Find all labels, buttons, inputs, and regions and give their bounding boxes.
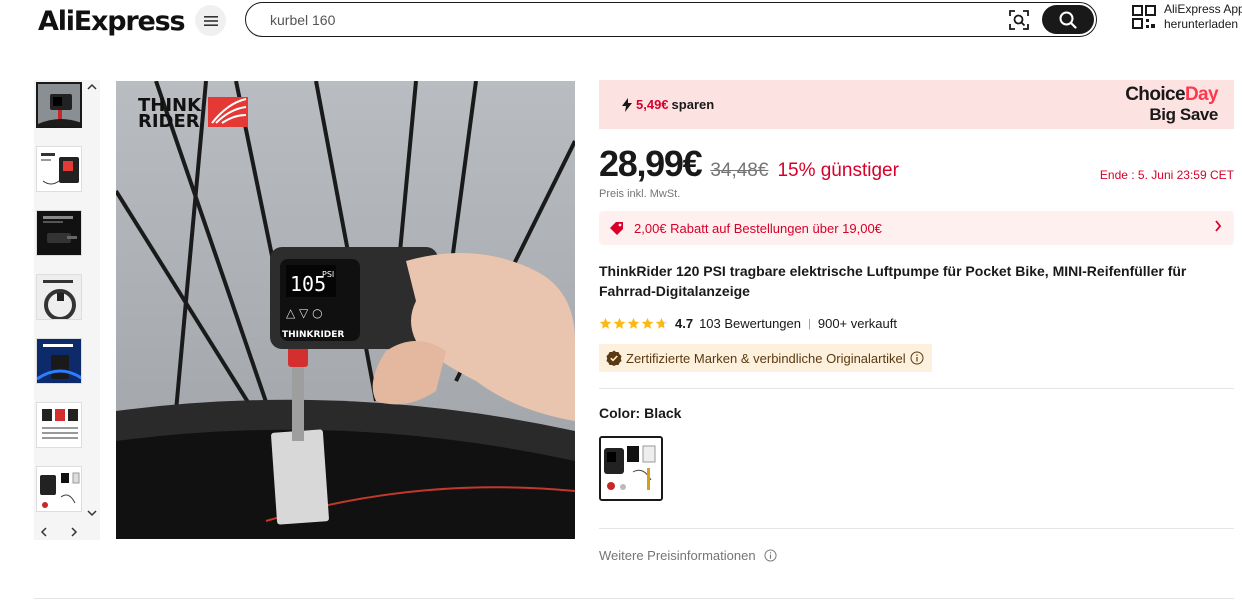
search-button[interactable] — [1042, 5, 1094, 34]
color-label: Color: Black — [599, 405, 682, 421]
chevron-up-icon — [87, 83, 97, 90]
star-icon — [599, 317, 612, 329]
brand-logo-line2: RIDER — [138, 111, 200, 132]
divider — [34, 598, 1234, 599]
tax-note: Preis inkl. MwSt. — [599, 188, 681, 200]
coupon-text: 2,00€ Rabatt auf Bestellungen über 19,00… — [634, 220, 882, 236]
chevron-left-icon — [40, 527, 47, 537]
price-row: 28,99€ 34,48€ 15% günstiger — [599, 143, 899, 185]
app-download-link[interactable]: AliExpress App herunterladen — [1132, 2, 1242, 32]
choice-day-part2: Day — [1184, 84, 1219, 105]
star-icon — [627, 317, 640, 329]
certified-text: Zertifizierte Marken & verbindliche Orig… — [626, 350, 906, 366]
thumbnail-6[interactable] — [36, 402, 82, 448]
star-icon — [655, 317, 668, 329]
rating-stars[interactable] — [599, 317, 668, 330]
certified-brand-badge[interactable]: Zertifizierte Marken & verbindliche Orig… — [599, 344, 932, 372]
main-product-image[interactable]: 105 PSI △ ▽ ○ THINKRIDER THINK RIDER — [116, 81, 575, 539]
thumbnail-5[interactable] — [36, 338, 82, 384]
divider — [599, 528, 1234, 529]
qr-code-icon — [1132, 5, 1156, 29]
thumbnails-scroll-down-button[interactable] — [85, 508, 99, 520]
thumbnail-strip — [34, 80, 100, 540]
info-icon — [764, 549, 777, 562]
thumbnail-4[interactable] — [36, 274, 82, 320]
device-display-value: 105 — [290, 272, 326, 296]
device-display-unit: PSI — [322, 270, 334, 279]
color-value: Black — [644, 405, 682, 421]
savings-label: sparen — [671, 97, 715, 112]
chevron-right-icon — [71, 527, 78, 537]
search-bar — [245, 2, 1097, 37]
big-save-label: Big Save — [1149, 105, 1218, 124]
separator: | — [808, 317, 811, 330]
thumbnails-next-button[interactable] — [70, 524, 78, 540]
divider — [599, 388, 1234, 389]
choice-day-logo: ChoiceDay Big Save — [1125, 85, 1218, 125]
verified-badge-icon — [606, 350, 622, 366]
reviews-count[interactable]: 103 Bewertungen — [699, 316, 801, 331]
thumbnails-scroll-up-button[interactable] — [85, 82, 99, 94]
thumbnail-2[interactable] — [36, 146, 82, 192]
thumbnail-3[interactable] — [36, 210, 82, 256]
original-price: 34,48€ — [710, 160, 769, 181]
lightning-icon — [622, 97, 632, 112]
color-option-black[interactable] — [599, 436, 663, 501]
image-search-button[interactable] — [1008, 9, 1030, 31]
star-icon — [613, 317, 626, 329]
thumbnail-1[interactable] — [36, 82, 82, 128]
image-search-icon — [1009, 10, 1029, 30]
savings-badge: 5,49€ sparen — [621, 97, 714, 112]
rating-value: 4.7 — [675, 316, 694, 331]
svg-text:△ ▽ ○: △ ▽ ○ — [286, 306, 323, 320]
sold-count: 900+ verkauft — [817, 316, 897, 331]
discount-percent: 15% günstiger — [777, 160, 899, 181]
thumbnails-prev-button[interactable] — [40, 524, 48, 540]
chevron-down-icon — [87, 510, 97, 517]
search-input[interactable] — [270, 11, 990, 28]
more-price-info-text: Weitere Preisinformationen — [599, 548, 756, 563]
coupon-chevron-icon — [1214, 219, 1222, 235]
rating-row: 4.7 103 Bewertungen | 900+ verkauft — [599, 316, 897, 331]
search-icon — [1059, 11, 1077, 29]
more-price-info-link[interactable]: Weitere Preisinformationen — [599, 548, 777, 563]
menu-icon — [203, 15, 218, 26]
current-price: 28,99€ — [599, 143, 703, 184]
choice-day-part1: Choice — [1125, 84, 1185, 105]
choice-day-banner: 5,49€ sparen ChoiceDay Big Save — [599, 80, 1234, 129]
menu-button[interactable] — [195, 5, 226, 36]
sale-end-time: Ende : 5. Juni 23:59 CET — [1099, 168, 1234, 182]
device-brand-label: THINKRIDER — [282, 330, 344, 340]
app-download-line1: AliExpress App — [1164, 2, 1242, 16]
thumbnail-7[interactable] — [36, 466, 82, 512]
product-title: ThinkRider 120 PSI tragbare elektrische … — [599, 263, 1187, 299]
aliexpress-logo[interactable]: AliExpress — [38, 2, 186, 40]
coupon-banner[interactable]: 2,00€ Rabatt auf Bestellungen über 19,00… — [599, 211, 1234, 245]
star-icon — [641, 317, 654, 329]
tag-icon — [610, 221, 623, 235]
app-download-line2: herunterladen — [1164, 17, 1239, 31]
info-icon[interactable] — [910, 351, 924, 365]
savings-amount: 5,49€ — [636, 97, 669, 112]
